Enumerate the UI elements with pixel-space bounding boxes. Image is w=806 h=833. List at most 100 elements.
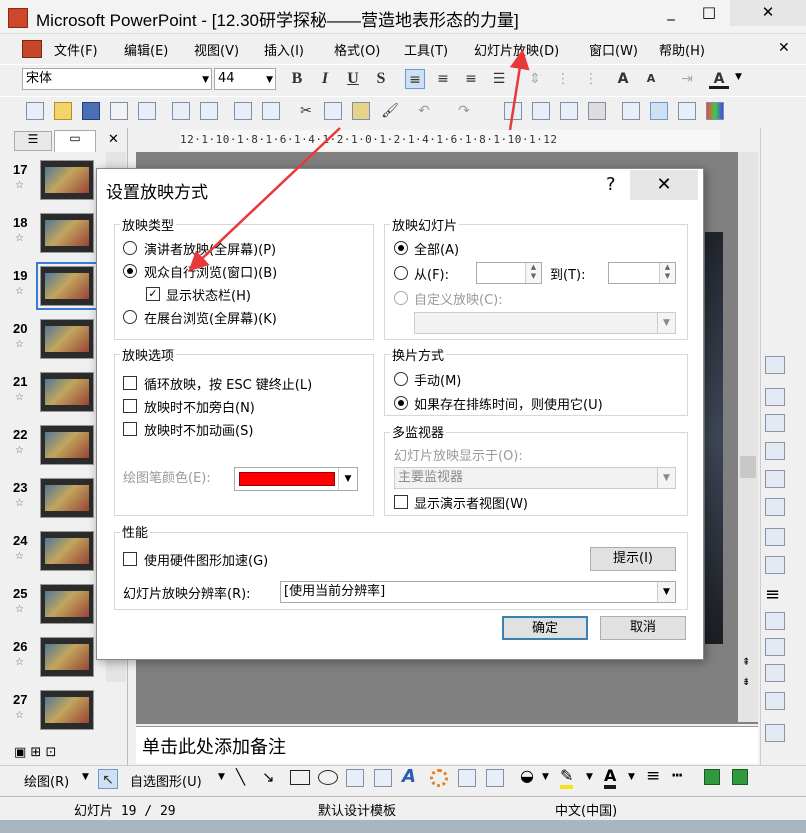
chevron-down-icon[interactable]: ▼ xyxy=(218,772,225,782)
chevron-down-icon[interactable]: ▼ xyxy=(542,772,549,782)
radio-use-timings[interactable] xyxy=(394,396,408,410)
slide-transition-icon[interactable]: ☆ xyxy=(15,498,24,509)
crop-icon[interactable] xyxy=(765,528,785,546)
oval-icon[interactable] xyxy=(318,770,338,785)
set-transparent-icon[interactable] xyxy=(765,692,785,710)
minimize-button[interactable]: _ xyxy=(652,0,690,26)
redo-icon[interactable]: ↷ xyxy=(454,101,474,121)
radio-custom-show[interactable] xyxy=(394,291,408,305)
hw-acceleration-checkbox[interactable] xyxy=(123,552,137,566)
shadow-button[interactable]: S xyxy=(371,69,391,89)
slide-transition-icon[interactable]: ☆ xyxy=(15,657,24,668)
more-contrast-icon[interactable] xyxy=(765,414,785,432)
diagram-icon[interactable] xyxy=(430,769,448,787)
shadow-style-icon[interactable] xyxy=(704,769,720,785)
slide-thumbnail[interactable] xyxy=(40,690,94,730)
notes-pane[interactable]: 单击此处添加备注 xyxy=(136,726,758,764)
menu-slideshow[interactable]: 幻灯片放映(D) xyxy=(474,40,559,59)
slide-transition-icon[interactable]: ☆ xyxy=(15,604,24,615)
status-bar-checkbox[interactable]: ✓ xyxy=(146,287,160,301)
arrow-icon[interactable]: ↘ xyxy=(262,768,275,786)
fill-color-icon[interactable]: ◒ xyxy=(520,766,534,785)
3d-style-icon[interactable] xyxy=(732,769,748,785)
spinner-arrows-icon[interactable]: ▲ ▼ xyxy=(659,263,675,283)
monitor-dropdown[interactable]: 主要监视器 ▼ xyxy=(394,467,676,489)
line-spacing-icon[interactable]: ⇕ xyxy=(525,69,545,89)
rotate-icon[interactable] xyxy=(765,556,785,574)
no-animation-checkbox[interactable] xyxy=(123,422,137,436)
slides-tab[interactable]: ▭ xyxy=(54,130,96,152)
slide-thumbnail[interactable] xyxy=(40,213,94,253)
menu-insert[interactable]: 插入(I) xyxy=(264,40,304,59)
distribute-icon[interactable]: ☰ xyxy=(489,69,509,89)
research-icon[interactable] xyxy=(262,102,280,120)
font-name-combo[interactable]: 宋体 ▼ xyxy=(22,68,212,90)
radio-all-slides[interactable] xyxy=(394,241,408,255)
rectangle-icon[interactable] xyxy=(290,770,310,785)
menu-tools[interactable]: 工具(T) xyxy=(404,40,448,59)
close-document-icon[interactable]: ✕ xyxy=(778,40,790,56)
line-color-icon[interactable]: ✎ xyxy=(560,766,574,789)
close-window-button[interactable]: ✕ xyxy=(730,0,806,26)
presenter-view-checkbox[interactable] xyxy=(394,495,408,509)
undo-icon[interactable]: ↶ xyxy=(414,101,434,121)
to-slide-input[interactable]: ▲ ▼ xyxy=(608,262,676,284)
maximize-button[interactable]: □ xyxy=(690,0,728,26)
loop-checkbox[interactable] xyxy=(123,376,137,390)
resolution-dropdown[interactable]: [使用当前分辨率] ▼ xyxy=(280,581,676,603)
slide-transition-icon[interactable]: ☆ xyxy=(15,551,24,562)
chevron-down-icon[interactable]: ▼ xyxy=(735,72,742,82)
next-slide-icon[interactable]: ⇟ xyxy=(742,677,750,688)
spelling-icon[interactable] xyxy=(234,102,252,120)
less-contrast-icon[interactable] xyxy=(765,442,785,460)
slide-thumbnail[interactable] xyxy=(40,319,94,359)
dash-style-icon[interactable]: ┅ xyxy=(672,766,682,786)
print-preview-icon[interactable] xyxy=(200,102,218,120)
copy-icon[interactable] xyxy=(324,102,342,120)
permission-icon[interactable] xyxy=(110,102,128,120)
line-style-draw-icon[interactable]: ≡ xyxy=(646,766,660,786)
less-brightness-icon[interactable] xyxy=(765,498,785,516)
dialog-close-button[interactable]: ✕ xyxy=(630,170,698,200)
ok-button[interactable]: 确定 xyxy=(502,616,588,640)
menu-window[interactable]: 窗口(W) xyxy=(589,40,638,59)
powerpoint-app-icon[interactable] xyxy=(8,8,28,28)
show-grid-icon[interactable] xyxy=(678,102,696,120)
autoshapes-button[interactable]: 自选图形(U) xyxy=(130,771,202,790)
bullets-icon[interactable]: ⋮ xyxy=(581,69,601,89)
cut-icon[interactable]: ✂ xyxy=(296,101,316,121)
reset-picture-icon[interactable] xyxy=(765,724,785,742)
chevron-down-icon[interactable]: ▼ xyxy=(82,772,89,782)
italic-button[interactable]: I xyxy=(315,69,335,89)
slide-canvas[interactable] xyxy=(705,232,723,644)
insert-diagram-icon[interactable] xyxy=(588,102,606,120)
spinner-arrows-icon[interactable]: ▲ ▼ xyxy=(525,263,541,283)
menu-edit[interactable]: 编辑(E) xyxy=(124,40,168,59)
color-grayscale-icon[interactable] xyxy=(706,102,724,120)
align-left-icon[interactable]: ≡ xyxy=(405,69,425,89)
radio-kiosk[interactable] xyxy=(123,310,137,324)
vertical-textbox-icon[interactable] xyxy=(374,769,392,787)
insert-picture-icon[interactable] xyxy=(765,356,785,374)
tables-borders-icon[interactable] xyxy=(560,102,578,120)
slide-thumbnail[interactable] xyxy=(40,584,94,624)
document-icon[interactable] xyxy=(22,40,42,58)
color-icon[interactable] xyxy=(765,388,785,406)
format-picture-icon[interactable] xyxy=(765,664,785,682)
menu-view[interactable]: 视图(V) xyxy=(194,40,239,59)
indent-icon[interactable]: ⇥ xyxy=(677,69,697,89)
decrease-font-icon[interactable]: A xyxy=(641,69,661,89)
slide-thumbnail[interactable] xyxy=(40,531,94,571)
format-painter-icon[interactable]: 🖌 xyxy=(380,101,400,121)
menu-help[interactable]: 帮助(H) xyxy=(659,40,705,59)
radio-individual-window[interactable] xyxy=(123,264,137,278)
bold-button[interactable]: B xyxy=(287,69,307,89)
outline-tab[interactable]: ☰ xyxy=(14,131,52,151)
slide-transition-icon[interactable]: ☆ xyxy=(15,339,24,350)
compress-pictures-icon[interactable] xyxy=(765,612,785,630)
slide-transition-icon[interactable]: ☆ xyxy=(15,710,24,721)
radio-manual[interactable] xyxy=(394,372,408,386)
line-icon[interactable]: ╲ xyxy=(236,768,245,786)
slide-thumbnail[interactable] xyxy=(40,478,94,518)
menu-format[interactable]: 格式(O) xyxy=(334,40,380,59)
